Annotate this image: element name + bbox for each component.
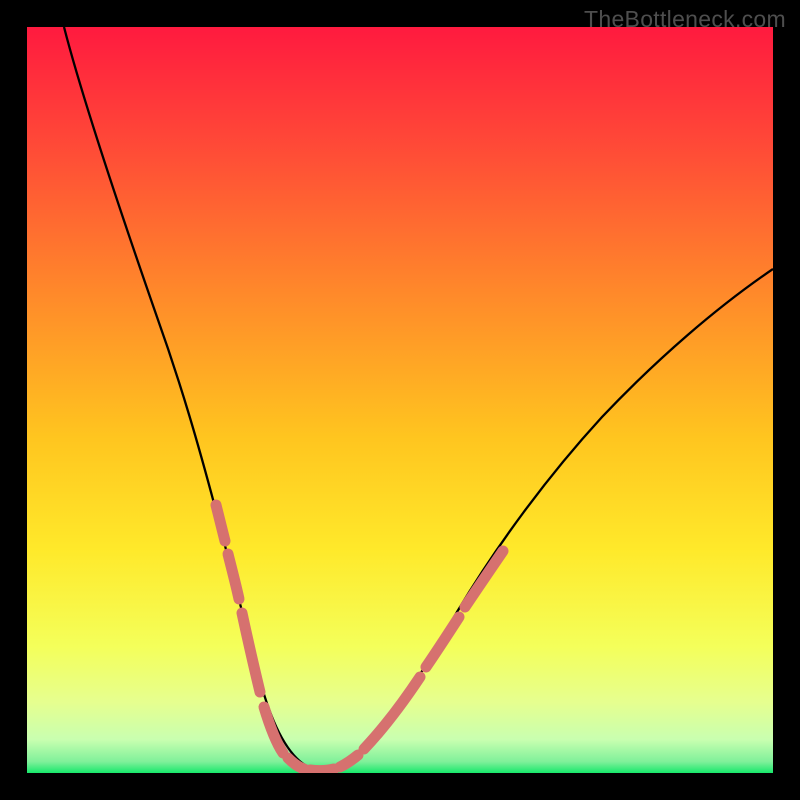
gradient-background (27, 27, 773, 773)
bottleneck-chart (27, 27, 773, 773)
chart-frame: TheBottleneck.com (0, 0, 800, 800)
watermark-text: TheBottleneck.com (584, 6, 786, 33)
